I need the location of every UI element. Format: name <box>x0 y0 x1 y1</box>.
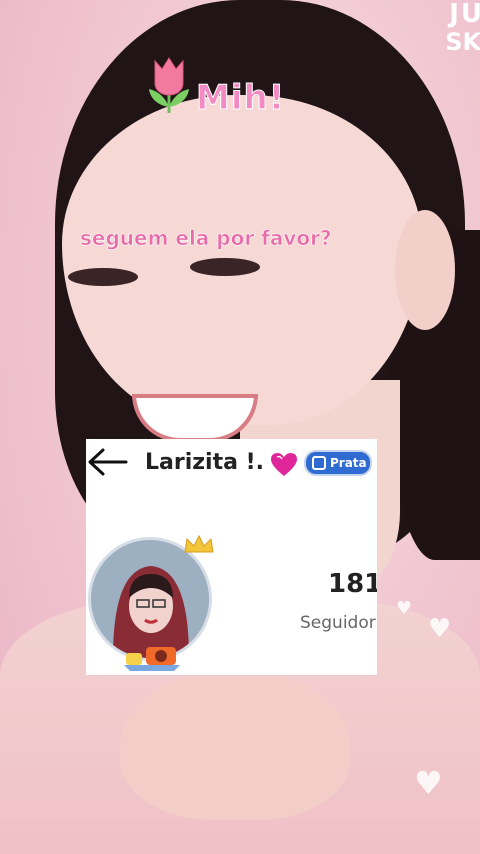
followers-label: Seguidor <box>300 613 376 633</box>
crown-icon <box>184 534 214 553</box>
profile-username: Larizita !. <box>145 450 265 475</box>
followers-count: 181 <box>328 569 377 599</box>
corner-watermark: JU SKI <box>445 0 480 55</box>
profile-card: Larizita !. Prata 181 Seguidor <box>86 439 377 675</box>
small-heart-icon: ♥ <box>428 614 452 644</box>
level-icon <box>312 456 326 470</box>
corner-line-2: SKI <box>445 27 480 56</box>
ear <box>395 210 455 330</box>
back-arrow-icon[interactable] <box>86 447 130 477</box>
overlay-title: Mih! <box>195 78 286 119</box>
right-eye <box>190 258 260 276</box>
small-heart-icon: ♥ <box>414 764 443 802</box>
level-badge[interactable]: Prata <box>304 450 372 476</box>
heart-icon <box>271 453 297 476</box>
corner-line-1: JU <box>449 0 480 29</box>
camera-sticker-icon <box>124 647 180 671</box>
tulip-icon <box>149 57 189 113</box>
overlay-caption: seguem ela por favor? <box>80 226 332 251</box>
left-eye <box>68 268 138 286</box>
hand <box>120 670 350 820</box>
avatar-frame[interactable] <box>86 533 218 675</box>
level-badge-label: Prata <box>330 456 367 470</box>
small-heart-icon: ♥ <box>396 598 413 619</box>
